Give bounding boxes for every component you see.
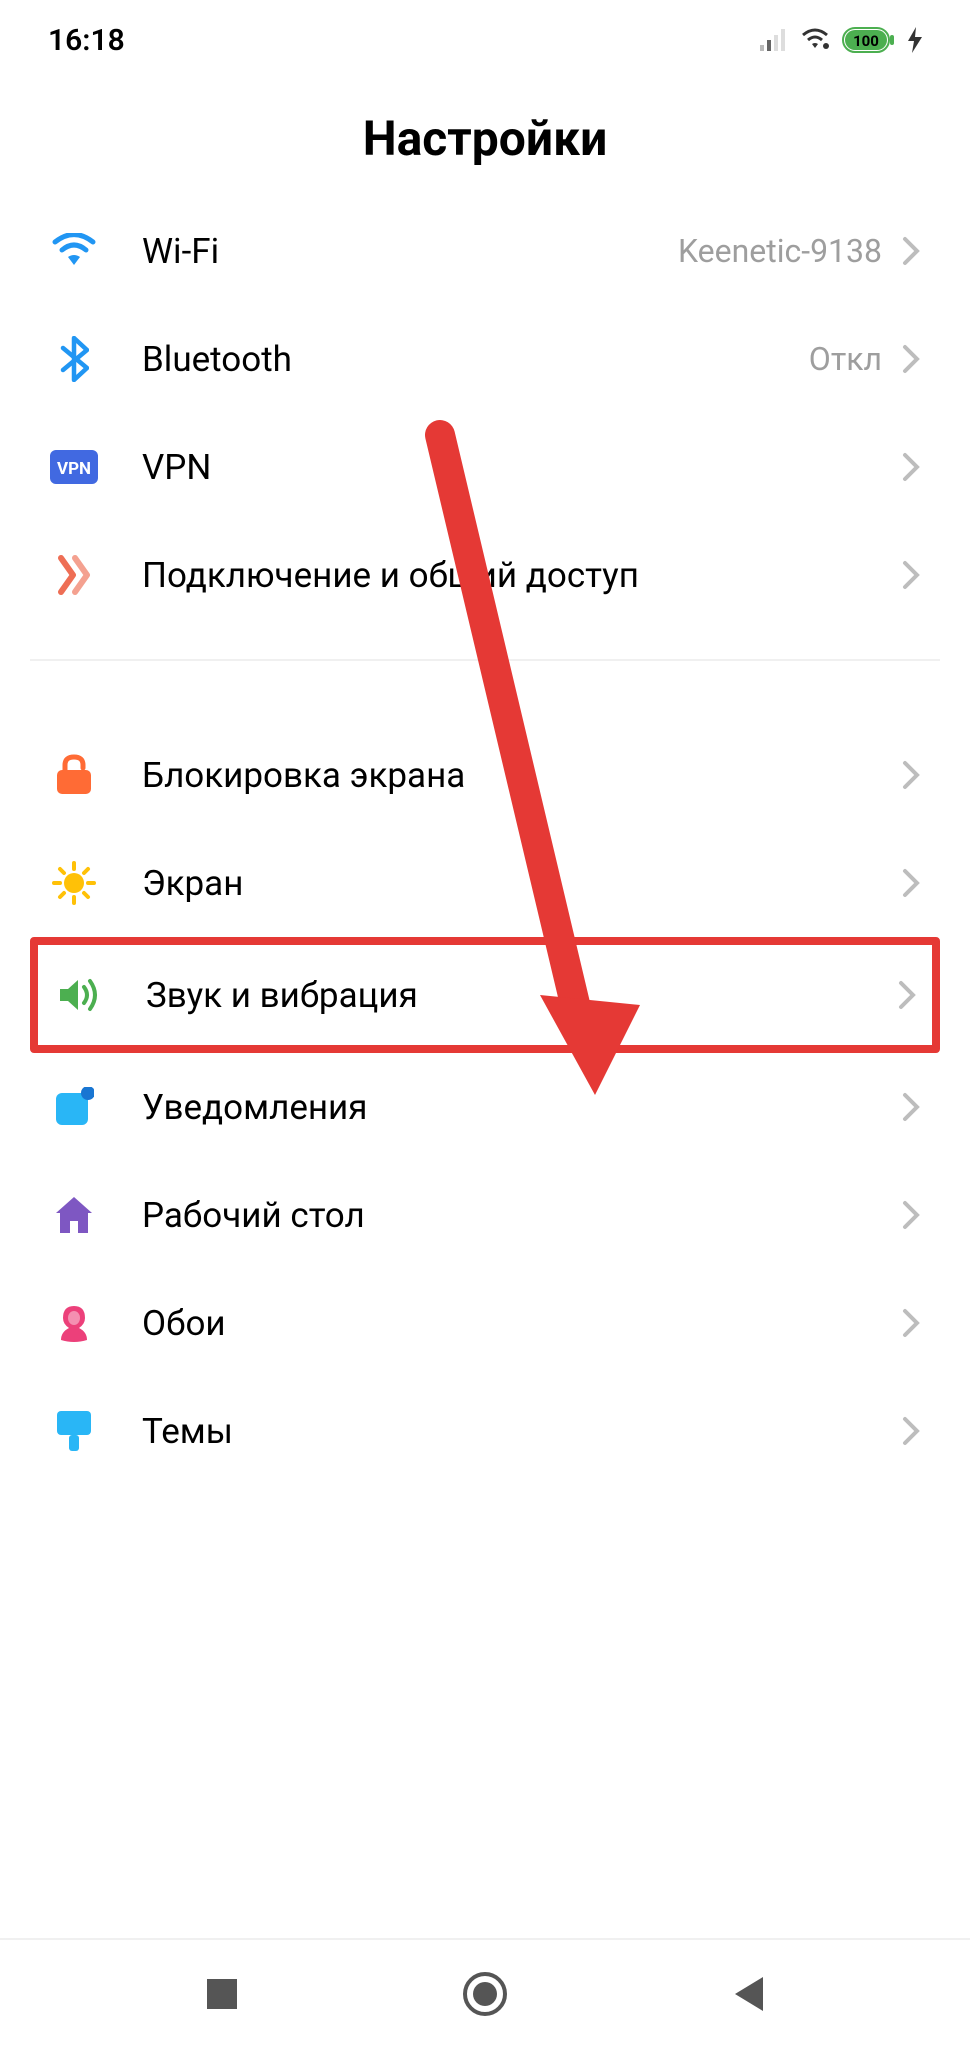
notifications-icon [50,1083,98,1131]
themes-icon [50,1407,98,1455]
chevron-right-icon [902,1308,920,1338]
chevron-right-icon [898,980,916,1010]
battery-icon: 100 [842,27,896,53]
settings-row-notifications[interactable]: Уведомления [30,1053,940,1161]
row-label: Wi-Fi [142,231,678,272]
bluetooth-icon [50,335,98,383]
row-value: Откл [809,340,882,378]
charging-icon [908,27,922,53]
row-label: Рабочий стол [142,1195,902,1236]
nav-back-button[interactable] [723,1969,773,2019]
row-label: Блокировка экрана [142,755,902,796]
chevron-right-icon [902,868,920,898]
row-label: Темы [142,1411,902,1452]
nav-bar [0,1938,970,2048]
chevron-right-icon [902,1092,920,1122]
wifi-status-icon [800,28,830,52]
section-divider [30,659,940,661]
row-label: VPN [142,447,902,488]
status-bar: 16:18 100 [0,0,970,70]
chevron-right-icon [902,344,920,374]
wallpaper-icon [50,1299,98,1347]
settings-row-homescreen[interactable]: Рабочий стол [30,1161,940,1269]
row-label: Bluetooth [142,339,809,380]
chevron-right-icon [902,1200,920,1230]
sound-icon [54,971,102,1019]
settings-row-wallpaper[interactable]: Обои [30,1269,940,1377]
row-label: Подключение и общий доступ [142,555,902,596]
row-label: Обои [142,1303,902,1344]
settings-row-display[interactable]: Экран [30,829,940,937]
chevron-right-icon [902,452,920,482]
chevron-right-icon [902,560,920,590]
svg-text:VPN: VPN [57,459,91,479]
settings-row-bluetooth[interactable]: Bluetooth Откл [30,305,940,413]
row-label: Уведомления [142,1087,902,1128]
tethering-icon [50,551,98,599]
brightness-icon [50,859,98,907]
settings-group-1: Wi-Fi Keenetic-9138 Bluetooth Откл VPN V… [0,197,970,629]
row-label: Экран [142,863,902,904]
lock-icon [50,751,98,799]
status-time: 16:18 [48,23,125,58]
settings-row-wifi[interactable]: Wi-Fi Keenetic-9138 [30,197,940,305]
chevron-right-icon [902,760,920,790]
home-icon [50,1191,98,1239]
chevron-right-icon [902,236,920,266]
wifi-icon [50,227,98,275]
settings-row-themes[interactable]: Темы [30,1377,940,1485]
nav-recents-button[interactable] [197,1969,247,2019]
settings-row-lockscreen[interactable]: Блокировка экрана [30,721,940,829]
row-value: Keenetic-9138 [678,232,882,270]
settings-row-vpn[interactable]: VPN VPN [30,413,940,521]
svg-text:100: 100 [853,32,879,50]
settings-row-tethering[interactable]: Подключение и общий доступ [30,521,940,629]
nav-home-button[interactable] [460,1969,510,2019]
settings-group-2: Блокировка экрана Экран [0,721,970,1485]
chevron-right-icon [902,1416,920,1446]
vpn-icon: VPN [50,443,98,491]
settings-row-sound[interactable]: Звук и вибрация [30,937,940,1053]
row-label: Звук и вибрация [146,975,898,1016]
status-icons: 100 [760,27,922,53]
page-title: Настройки [0,70,970,197]
signal-icon [760,29,788,51]
